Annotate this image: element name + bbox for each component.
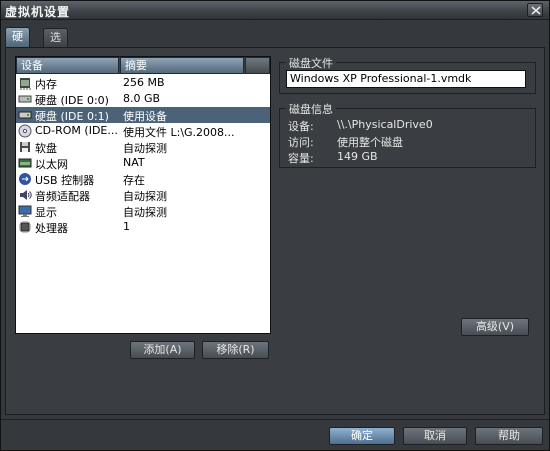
display-icon	[18, 205, 32, 217]
device-name: 硬盘 (IDE 0:0)	[35, 94, 109, 107]
device-summary: 使用文件 L:\G.2008...	[123, 126, 235, 139]
column-header-summary[interactable]: 摘要	[120, 57, 244, 74]
device-name: 处理器	[35, 222, 68, 235]
device-row-sound[interactable]: 音频适配器 自动探测	[16, 187, 270, 203]
device-summary: 256 MB	[123, 76, 165, 89]
capacity-label: 容量:	[288, 152, 314, 165]
add-device-button[interactable]: 添加(A)	[130, 341, 195, 359]
device-name: 音频适配器	[35, 190, 90, 203]
sound-icon	[20, 190, 32, 200]
close-button[interactable]	[527, 3, 543, 17]
device-name: 显示	[35, 206, 57, 219]
window-title: 虚拟机设置	[5, 5, 71, 19]
footer-divider	[1, 419, 549, 420]
device-label: 设备:	[288, 120, 314, 133]
usb-icon	[19, 173, 31, 185]
column-header-device[interactable]: 设备	[16, 57, 119, 74]
ok-button[interactable]: 确定	[329, 427, 395, 445]
device-name: CD-ROM (IDE...	[35, 124, 118, 137]
device-row-usb[interactable]: USB 控制器 存在	[16, 171, 270, 187]
device-summary: 自动探测	[123, 190, 167, 203]
device-summary: 1	[123, 220, 130, 233]
network-icon	[18, 158, 32, 168]
column-header-filler	[245, 57, 270, 74]
device-name: 内存	[35, 78, 57, 91]
device-row-hard-disk-1[interactable]: 硬盘 (IDE 0:1) 使用设备	[16, 107, 270, 123]
cdrom-icon	[18, 124, 32, 138]
access-value: 使用整个磁盘	[337, 136, 403, 149]
device-summary: 使用设备	[123, 110, 167, 123]
device-summary: 8.0 GB	[123, 92, 161, 105]
device-summary: NAT	[123, 156, 145, 169]
processor-icon	[19, 221, 31, 233]
help-button[interactable]: 帮助	[475, 427, 543, 445]
device-name: 硬盘 (IDE 0:1)	[35, 110, 109, 123]
tab-options[interactable]: 选项	[43, 28, 68, 61]
cancel-button[interactable]: 取消	[403, 427, 467, 445]
close-icon	[531, 6, 541, 15]
device-list[interactable]: 设备 摘要 内存 256 MB 硬盘 (IDE 0:0) 8.0 GB 硬盘 (…	[15, 56, 271, 334]
device-list-header: 设备 摘要	[16, 57, 270, 74]
disk-file-group: 磁盘文件 Windows XP Professional-1.vmdk	[279, 55, 536, 94]
device-row-memory[interactable]: 内存 256 MB	[16, 75, 270, 91]
device-row-ethernet[interactable]: 以太网 NAT	[16, 155, 270, 171]
disk-file-legend: 磁盘文件	[286, 55, 336, 71]
capacity-value: 149 GB	[337, 150, 378, 163]
disk-file-field[interactable]: Windows XP Professional-1.vmdk	[286, 70, 526, 88]
hard-disk-icon	[18, 95, 32, 103]
device-row-hard-disk-0[interactable]: 硬盘 (IDE 0:0) 8.0 GB	[16, 91, 270, 107]
disk-info-group: 磁盘信息 设备: \\.\PhysicalDrive0 访问: 使用整个磁盘 容…	[279, 101, 536, 168]
device-name: 以太网	[35, 158, 68, 171]
hardware-panel: 设备 摘要 内存 256 MB 硬盘 (IDE 0:0) 8.0 GB 硬盘 (…	[5, 47, 545, 415]
floppy-icon	[20, 142, 30, 152]
device-summary: 自动探测	[123, 142, 167, 155]
title-bar[interactable]: 虚拟机设置	[1, 1, 549, 20]
device-row-cdrom[interactable]: CD-ROM (IDE... 使用文件 L:\G.2008...	[16, 123, 270, 139]
device-summary: 存在	[123, 174, 145, 187]
device-row-floppy[interactable]: 软盘 自动探测	[16, 139, 270, 155]
device-name: 软盘	[35, 142, 57, 155]
remove-device-button[interactable]: 移除(R)	[202, 341, 269, 359]
memory-icon	[20, 78, 31, 90]
device-row-processor[interactable]: 处理器 1	[16, 219, 270, 235]
access-label: 访问:	[288, 136, 314, 149]
disk-info-legend: 磁盘信息	[286, 101, 336, 117]
device-summary: 自动探测	[123, 206, 167, 219]
advanced-button[interactable]: 高级(V)	[461, 318, 529, 336]
hard-disk-icon	[18, 111, 32, 119]
tab-hardware[interactable]: 硬件	[5, 27, 30, 60]
device-name: USB 控制器	[35, 174, 95, 187]
vm-settings-dialog: 虚拟机设置 硬件 选项 设备 摘要 内存 256 MB 硬盘 (IDE	[0, 0, 550, 451]
device-row-display[interactable]: 显示 自动探测	[16, 203, 270, 219]
device-value: \\.\PhysicalDrive0	[337, 118, 433, 131]
